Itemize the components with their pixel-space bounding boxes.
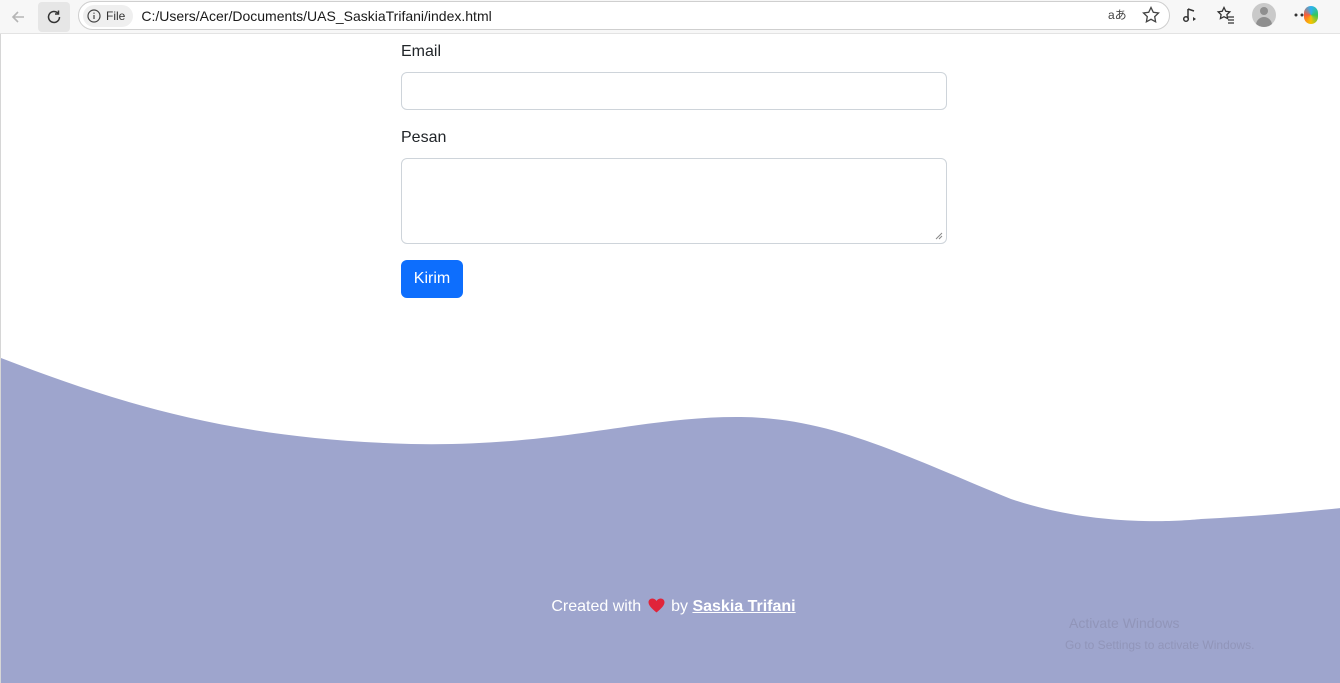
message-textarea[interactable] <box>401 158 947 244</box>
browser-toolbar: File C:/Users/Acer/Documents/UAS_SaskiaT… <box>0 0 1340 34</box>
watermark-subtitle: Go to Settings to activate Windows. <box>1065 638 1255 652</box>
read-aloud-icon[interactable]: aあ <box>1107 5 1127 25</box>
copilot-icon[interactable] <box>1304 6 1318 24</box>
site-info-chip[interactable]: File <box>83 4 134 27</box>
profile-avatar[interactable] <box>1252 3 1276 27</box>
page-viewport: Email Pesan Kirim Created with by Saskia… <box>0 34 1340 683</box>
reload-icon <box>47 10 61 23</box>
activate-windows-watermark: Activate Windows Go to Settings to activ… <box>1065 612 1254 656</box>
favorite-star-icon[interactable] <box>1141 5 1161 25</box>
favorites-icon[interactable] <box>1216 5 1236 25</box>
arrow-left-icon <box>11 10 24 23</box>
media-control-icon[interactable] <box>1180 5 1200 25</box>
url-text[interactable]: C:/Users/Acer/Documents/UAS_SaskiaTrifan… <box>141 8 491 24</box>
footer-prefix: Created with <box>551 598 642 615</box>
email-label: Email <box>401 43 442 60</box>
back-button[interactable] <box>2 2 34 32</box>
info-icon <box>87 8 101 23</box>
email-field[interactable] <box>401 72 947 110</box>
resize-grip-icon[interactable] <box>935 232 943 240</box>
file-chip-label: File <box>106 8 126 23</box>
footer-wave <box>1 358 1340 683</box>
submit-button[interactable]: Kirim <box>401 260 463 298</box>
reload-button[interactable] <box>38 1 70 32</box>
message-label: Pesan <box>401 129 447 146</box>
browser-extensions-area <box>1180 0 1318 30</box>
address-bar[interactable]: File C:/Users/Acer/Documents/UAS_SaskiaT… <box>78 1 1170 30</box>
watermark-title: Activate Windows <box>1069 615 1180 631</box>
svg-text:aあ: aあ <box>1108 8 1127 22</box>
footer-by: by <box>671 598 688 615</box>
author-link[interactable]: Saskia Trifani <box>692 598 795 615</box>
heart-icon <box>648 598 665 618</box>
